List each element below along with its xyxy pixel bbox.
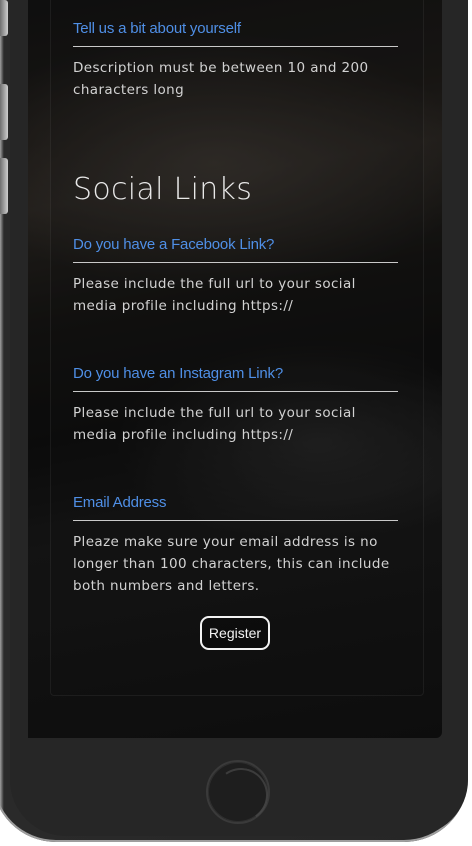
volume-button [0, 84, 8, 140]
facebook-input-underline[interactable] [73, 262, 398, 263]
instagram-input-underline[interactable] [73, 391, 398, 392]
about-label[interactable]: Tell us a bit about yourself [73, 20, 241, 37]
about-input-underline[interactable] [73, 46, 398, 47]
email-help-text: Pleaze make sure your email address is n… [73, 534, 390, 594]
side-button-top [0, 0, 8, 36]
facebook-help-text: Please include the full url to your soci… [73, 276, 356, 314]
social-links-title: Social Links [73, 172, 253, 207]
email-label[interactable]: Email Address [73, 494, 166, 511]
instagram-label[interactable]: Do you have an Instagram Link? [73, 365, 283, 382]
about-help-text: Description must be between 10 and 200 c… [73, 60, 369, 98]
screen: Tell us a bit about yourself Description… [28, 0, 442, 738]
instagram-help-text: Please include the full url to your soci… [73, 405, 356, 443]
register-button[interactable]: Register [200, 616, 270, 650]
email-input-underline[interactable] [73, 520, 398, 521]
facebook-label[interactable]: Do you have a Facebook Link? [73, 236, 274, 253]
volume-button-lower [0, 158, 8, 214]
phone-frame: Tell us a bit about yourself Description… [0, 0, 472, 846]
